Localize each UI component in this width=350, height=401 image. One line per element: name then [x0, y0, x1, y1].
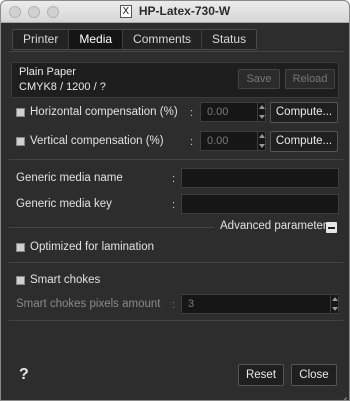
spin-up-icon[interactable]	[259, 105, 265, 109]
smart-chokes-pixels-spinner[interactable]	[330, 295, 338, 313]
generic-media-name-label: Generic media name	[16, 172, 123, 184]
divider	[9, 320, 343, 321]
advanced-parameters-label: Advanced parameters	[220, 220, 333, 232]
vertical-compute-button[interactable]: Compute...	[270, 131, 338, 152]
vertical-compensation-label: Vertical compensation (%)	[30, 135, 164, 147]
vertical-colon: :	[190, 136, 194, 148]
divider	[9, 262, 343, 263]
grip-line	[343, 397, 347, 400]
advanced-parameters-toggle[interactable]	[326, 222, 337, 233]
title-wrap: X HP-Latex-730-W	[1, 4, 349, 18]
app-icon: X	[119, 4, 132, 18]
media-panel: Plain Paper CMYK8 / 1200 / ? Save Reload…	[9, 51, 343, 351]
smart-chokes-pixels-value: 3	[188, 298, 195, 310]
smart-chokes-pixels-input[interactable]: 3	[181, 294, 339, 314]
horizontal-compute-button[interactable]: Compute...	[270, 102, 338, 123]
horizontal-compensation-input[interactable]: 0.00	[200, 102, 266, 122]
horizontal-colon: :	[190, 107, 194, 119]
spin-up-icon[interactable]	[259, 134, 265, 138]
title-bar: X HP-Latex-730-W	[1, 1, 349, 23]
spin-down-icon[interactable]	[259, 144, 265, 148]
generic-media-key-label: Generic media key	[16, 198, 112, 210]
help-icon[interactable]: ?	[19, 366, 29, 384]
vertical-spinner[interactable]	[257, 132, 265, 150]
lamination-checkbox[interactable]	[16, 243, 25, 252]
tab-bar: Printer Media Comments Status	[12, 29, 258, 50]
media-name: Plain Paper	[19, 66, 76, 78]
generic-key-colon: :	[172, 199, 176, 211]
save-button[interactable]: Save	[238, 69, 280, 89]
app-window: X HP-Latex-730-W Printer Media Comments …	[0, 0, 350, 401]
smart-chokes-pixels-label: Smart chokes pixels amount	[16, 298, 161, 310]
collapse-icon	[328, 227, 335, 229]
resize-grip-icon[interactable]	[335, 386, 347, 400]
tab-comments[interactable]: Comments	[123, 30, 203, 49]
reset-button[interactable]: Reset	[238, 364, 284, 386]
generic-media-name-input[interactable]	[181, 168, 339, 188]
window-title: HP-Latex-730-W	[138, 4, 231, 18]
reload-button[interactable]: Reload	[285, 69, 335, 89]
divider	[9, 227, 214, 228]
close-button[interactable]: Close	[291, 364, 337, 386]
spin-down-icon[interactable]	[332, 307, 338, 311]
horizontal-compensation-value: 0.00	[207, 106, 229, 118]
tab-media[interactable]: Media	[69, 30, 124, 49]
spin-down-icon[interactable]	[259, 115, 265, 119]
tab-status[interactable]: Status	[202, 30, 257, 49]
vertical-compensation-input[interactable]: 0.00	[200, 131, 266, 151]
horizontal-compensation-checkbox[interactable]	[16, 108, 25, 117]
media-spec: CMYK8 / 1200 / ?	[19, 81, 106, 93]
generic-name-colon: :	[172, 173, 176, 185]
spin-up-icon[interactable]	[332, 297, 338, 301]
horizontal-spinner[interactable]	[257, 103, 265, 121]
generic-media-key-input[interactable]	[181, 194, 339, 214]
vertical-compensation-checkbox[interactable]	[16, 137, 25, 146]
horizontal-compensation-label: Horizontal compensation (%)	[30, 106, 178, 118]
vertical-compensation-value: 0.00	[207, 135, 229, 147]
divider	[9, 159, 343, 160]
smart-chokes-pixels-colon: :	[172, 299, 176, 311]
lamination-label: Optimized for lamination	[30, 241, 154, 253]
tab-printer[interactable]: Printer	[13, 30, 70, 49]
smart-chokes-checkbox[interactable]	[16, 276, 25, 285]
media-summary: Plain Paper CMYK8 / 1200 / ? Save Reload	[11, 62, 339, 98]
smart-chokes-label: Smart chokes	[30, 274, 101, 286]
